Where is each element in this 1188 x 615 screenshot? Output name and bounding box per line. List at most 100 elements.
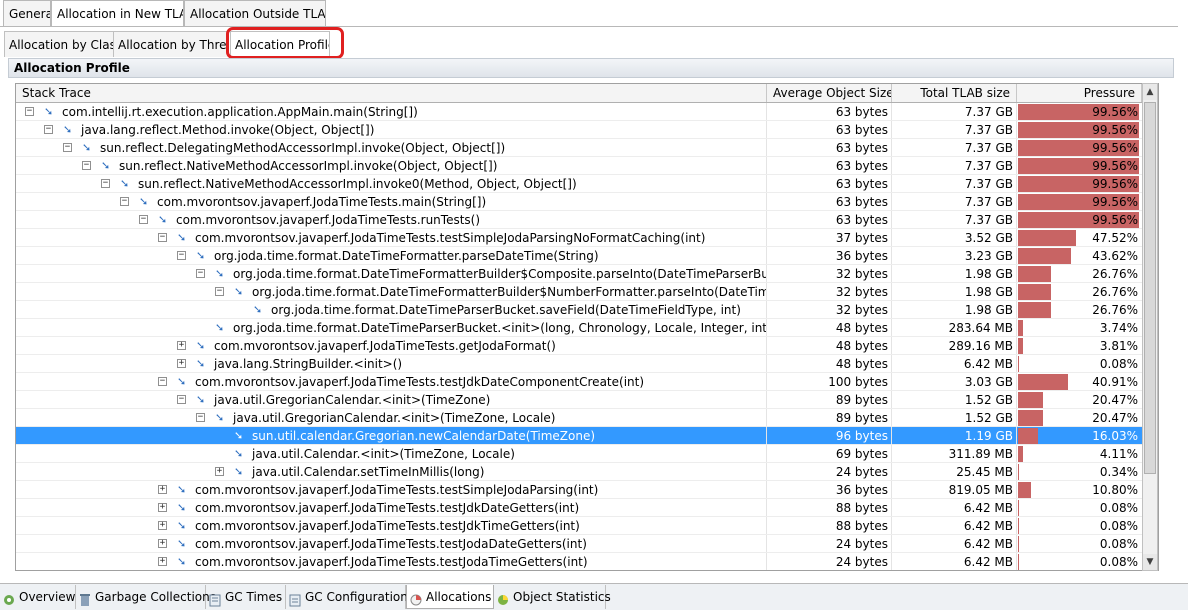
- expand-icon[interactable]: +: [177, 359, 186, 368]
- bottom-tab-gc-times[interactable]: GC Times: [206, 585, 286, 609]
- table-row[interactable]: ➘ java.util.Calendar.<init>(TimeZone, Loc…: [16, 445, 1142, 463]
- stack-frame-label: java.util.Calendar.setTimeInMillis(long): [252, 465, 485, 479]
- expand-icon[interactable]: +: [158, 557, 167, 566]
- expand-icon[interactable]: +: [158, 485, 167, 494]
- collapse-icon[interactable]: −: [196, 413, 205, 422]
- pressure-value: 3.81%: [1099, 339, 1138, 353]
- table-row[interactable]: + ➘ com.mvorontsov.javaperf.JodaTimeTests.…: [16, 499, 1142, 517]
- table-row[interactable]: − ➘ sun.reflect.NativeMethodAccessorImpl.i…: [16, 157, 1142, 175]
- average-object-size-cell: 48 bytes: [767, 337, 892, 354]
- table-row[interactable]: − ➘ java.util.GregorianCalendar.<init>(Tim…: [16, 391, 1142, 409]
- vertical-scrollbar[interactable]: ▲ ▼: [1142, 83, 1158, 571]
- bottom-tab-gc-configuration[interactable]: GC Configuration: [286, 585, 408, 609]
- pressure-cell: 99.56%: [1017, 121, 1142, 138]
- table-row[interactable]: − ➘ com.mvorontsov.javaperf.JodaTimeTests.…: [16, 211, 1142, 229]
- method-call-icon: ➘: [177, 483, 187, 496]
- table-row[interactable]: + ➘ java.lang.StringBuilder.<init>() 48 byt…: [16, 355, 1142, 373]
- method-call-icon: ➘: [215, 321, 225, 334]
- column-header-stack-trace[interactable]: Stack Trace: [16, 84, 767, 102]
- pressure-value: 10.80%: [1092, 483, 1138, 497]
- pressure-value: 99.56%: [1092, 195, 1138, 209]
- expand-icon[interactable]: +: [158, 539, 167, 548]
- collapse-icon[interactable]: −: [25, 107, 34, 116]
- collapse-icon[interactable]: −: [63, 143, 72, 152]
- table-row[interactable]: − ➘ com.intellij.rt.execution.application.…: [16, 103, 1142, 121]
- table-row[interactable]: − ➘ sun.reflect.DelegatingMethodAccessorIm…: [16, 139, 1142, 157]
- pressure-cell: 0.08%: [1017, 517, 1142, 534]
- average-object-size-cell: 24 bytes: [767, 463, 892, 480]
- expand-icon[interactable]: +: [158, 521, 167, 530]
- table-row[interactable]: ➘ org.joda.time.format.DateTimeParserBuck…: [16, 319, 1142, 337]
- collapse-icon[interactable]: −: [82, 161, 91, 170]
- method-call-icon: ➘: [177, 375, 187, 388]
- table-row[interactable]: − ➘ com.mvorontsov.javaperf.JodaTimeTests.…: [16, 229, 1142, 247]
- subtab-allocation-profile[interactable]: Allocation Profile: [230, 31, 330, 57]
- collapse-icon[interactable]: −: [196, 269, 205, 278]
- pressure-cell: 16.03%: [1017, 427, 1142, 444]
- bottom-tab-label: Garbage Collections: [95, 590, 216, 604]
- table-row[interactable]: + ➘ com.mvorontsov.javaperf.JodaTimeTests.…: [16, 481, 1142, 499]
- collapse-icon[interactable]: −: [158, 233, 167, 242]
- pressure-value: 20.47%: [1092, 393, 1138, 407]
- collapse-icon[interactable]: −: [177, 395, 186, 404]
- average-object-size-cell: 37 bytes: [767, 229, 892, 246]
- pressure-cell: 0.08%: [1017, 553, 1142, 570]
- bottom-tab-label: GC Times: [225, 590, 283, 604]
- table-row[interactable]: − ➘ org.joda.time.format.DateTimeFormatter…: [16, 247, 1142, 265]
- pressure-value: 99.56%: [1092, 123, 1138, 137]
- table-row[interactable]: ➘ org.joda.time.format.DateTimeParserBuck…: [16, 301, 1142, 319]
- collapse-icon[interactable]: −: [44, 125, 53, 134]
- subtab-allocation-by-class[interactable]: Allocation by Class: [4, 31, 114, 57]
- average-object-size-cell: 32 bytes: [767, 283, 892, 300]
- bottom-tab-object-statistics[interactable]: Object Statistics: [494, 585, 611, 609]
- tab-allocation-outside-tlabs[interactable]: Allocation Outside TLABs: [184, 0, 326, 26]
- column-header-pressure[interactable]: Pressure: [1017, 84, 1142, 102]
- collapse-icon[interactable]: −: [215, 287, 224, 296]
- scroll-down-icon[interactable]: ▼: [1143, 554, 1157, 570]
- expand-icon[interactable]: +: [177, 341, 186, 350]
- method-call-icon: ➘: [177, 501, 187, 514]
- stack-frame-label: java.lang.reflect.Method.invoke(Object, …: [81, 123, 375, 137]
- table-row[interactable]: + ➘ com.mvorontsov.javaperf.JodaTimeTests.…: [16, 517, 1142, 535]
- table-row[interactable]: − ➘ com.mvorontsov.javaperf.JodaTimeTests.…: [16, 193, 1142, 211]
- table-row[interactable]: − ➘ com.mvorontsov.javaperf.JodaTimeTests.…: [16, 373, 1142, 391]
- collapse-icon[interactable]: −: [139, 215, 148, 224]
- table-row[interactable]: + ➘ com.mvorontsov.javaperf.JodaTimeTests.…: [16, 535, 1142, 553]
- scrollbar-thumb[interactable]: [1144, 102, 1156, 474]
- table-row[interactable]: − ➘ java.lang.reflect.Method.invoke(Object…: [16, 121, 1142, 139]
- tab-allocation-in-new-tlab[interactable]: Allocation in New TLAB: [51, 0, 184, 26]
- collapse-icon[interactable]: −: [120, 197, 129, 206]
- expand-icon[interactable]: +: [158, 503, 167, 512]
- allocation-profile-table: Stack Trace Average Object Size Total TL…: [15, 83, 1159, 571]
- collapse-icon[interactable]: −: [101, 179, 110, 188]
- pressure-value: 26.76%: [1092, 303, 1138, 317]
- expand-icon[interactable]: +: [215, 467, 224, 476]
- pressure-cell: 99.56%: [1017, 193, 1142, 210]
- table-row[interactable]: − ➘ sun.reflect.NativeMethodAccessorImpl.i…: [16, 175, 1142, 193]
- bottom-tab-overview[interactable]: Overview: [0, 585, 76, 609]
- column-header-average-object-size[interactable]: Average Object Size: [767, 84, 892, 102]
- stack-frame-label: com.mvorontsov.javaperf.JodaTimeTests.te…: [195, 375, 645, 389]
- collapse-icon[interactable]: −: [158, 377, 167, 386]
- pressure-cell: 43.62%: [1017, 247, 1142, 264]
- table-row[interactable]: + ➘ com.mvorontsov.javaperf.JodaTimeTests.…: [16, 337, 1142, 355]
- stack-frame-label: com.mvorontsov.javaperf.JodaTimeTests.ge…: [214, 339, 556, 353]
- table-row[interactable]: − ➘ java.util.GregorianCalendar.<init>(Tim…: [16, 409, 1142, 427]
- stack-trace-cell: − ➘ java.util.GregorianCalendar.<init>(Tim…: [16, 409, 767, 426]
- table-row[interactable]: + ➘ com.mvorontsov.javaperf.JodaTimeTests.…: [16, 553, 1142, 570]
- bottom-tab-garbage-collections[interactable]: Garbage Collections: [76, 585, 216, 609]
- stack-trace-cell: + ➘ java.lang.StringBuilder.<init>(): [16, 355, 767, 372]
- column-header-total-tlab-size[interactable]: Total TLAB size: [892, 84, 1017, 102]
- table-row[interactable]: ➘ sun.util.calendar.Gregorian.newCalendar…: [16, 427, 1142, 445]
- table-row[interactable]: − ➘ org.joda.time.format.DateTimeFormatter…: [16, 283, 1142, 301]
- stack-frame-label: com.mvorontsov.javaperf.JodaTimeTests.te…: [195, 483, 599, 497]
- table-row[interactable]: + ➘ java.util.Calendar.setTimeInMillis(lon…: [16, 463, 1142, 481]
- collapse-icon[interactable]: −: [177, 251, 186, 260]
- scroll-up-icon[interactable]: ▲: [1143, 84, 1157, 100]
- tab-general[interactable]: General: [3, 0, 51, 26]
- bottom-tab-allocations[interactable]: Allocations: [406, 585, 494, 609]
- total-tlab-size-cell: 1.98 GB: [892, 265, 1017, 282]
- pressure-value: 0.34%: [1099, 465, 1138, 479]
- subtab-allocation-by-thread[interactable]: Allocation by Thread: [113, 31, 229, 57]
- table-row[interactable]: − ➘ org.joda.time.format.DateTimeFormatter…: [16, 265, 1142, 283]
